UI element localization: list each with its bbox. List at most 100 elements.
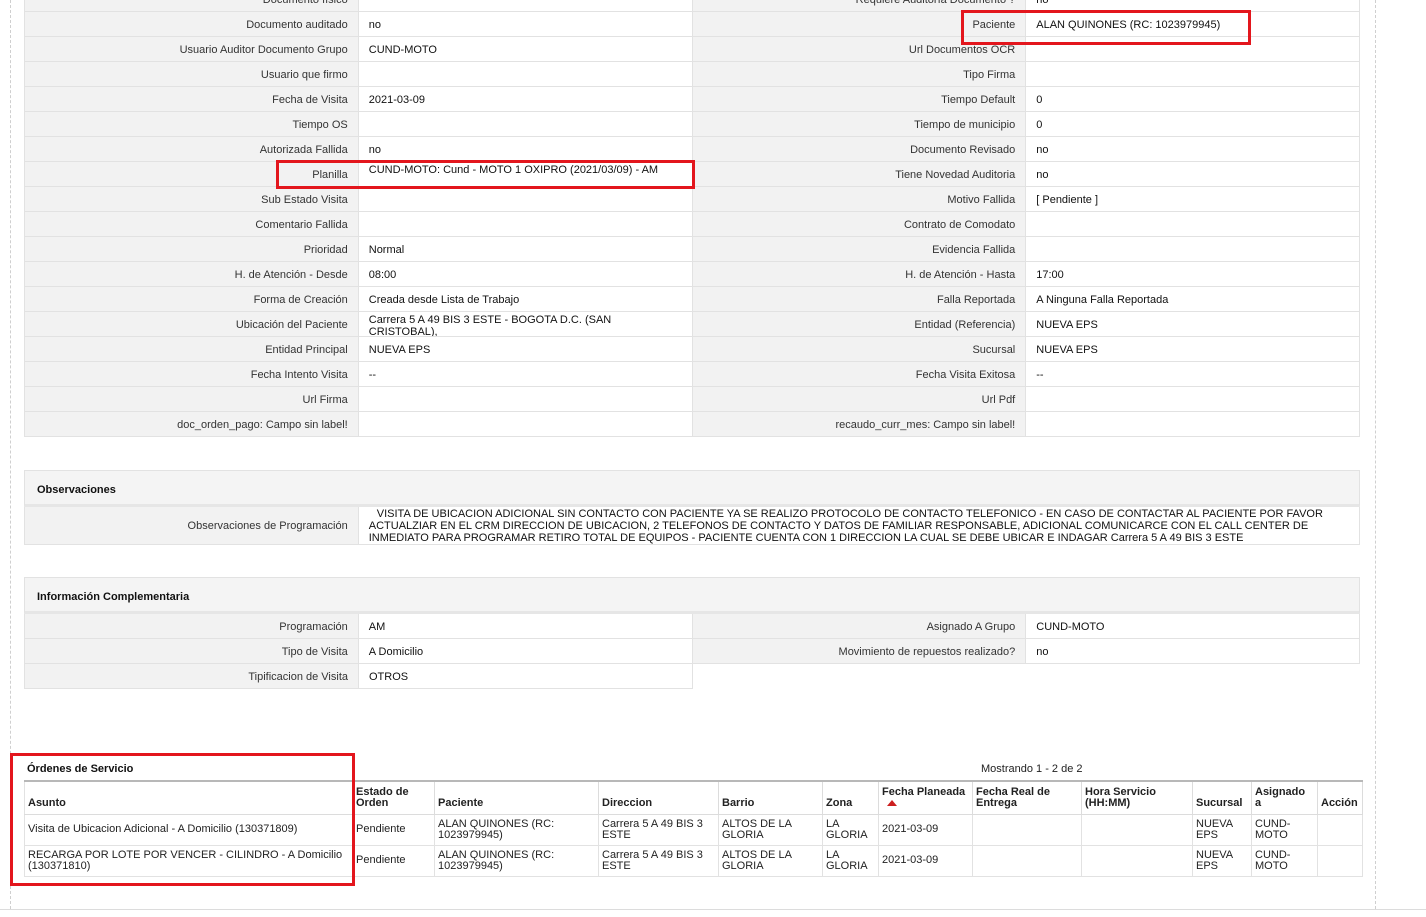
field-value-motivo-fallida: [ Pendiente ] [1026,187,1360,212]
cell-barrio: ALTOS DE LA GLORIA [718,814,823,846]
cell-hora [1081,845,1193,877]
cell-direccion: Carrera 5 A 49 BIS 3 ESTE [598,814,719,846]
detail-row: Tipo de Visita A Domicilio Movimiento de r… [25,639,1360,664]
col-paciente[interactable]: Paciente [434,780,599,815]
visit-details-grid: Documento físico Requiere Auditoría Docum… [24,0,1360,437]
field-label-sub-estado-visita: Sub Estado Visita [25,187,359,212]
field-label-h-de-atencion-desde: H. de Atención - Desde [25,262,359,287]
field-label-fecha-de-visita: Fecha de Visita [25,87,359,112]
cell-estado: Pendiente [352,814,435,846]
field-label-tipo-firma: Tipo Firma [692,62,1027,87]
detail-row: Usuario que firmo Tipo Firma [25,62,1360,87]
col-zona[interactable]: Zona [822,780,879,815]
cell-asignado: CUND-MOTO [1251,814,1318,846]
field-label-tiempo-default: Tiempo Default [692,87,1027,112]
field-label-autorizada-fallida: Autorizada Fallida [25,137,359,162]
field-value-prioridad: Normal [358,237,693,262]
field-value-usuario-auditor-documento-grupo: CUND-MOTO [358,37,693,62]
field-value-usuario-que-firmo [358,62,693,87]
detail-row: Fecha Intento Visita -- Fecha Visita Exito… [25,362,1360,387]
field-label-url-firma: Url Firma [25,387,359,412]
complementaria-grid: Programación AM Asignado A Grupo CUND-MOTO T… [24,614,1360,689]
cell-paciente: ALAN QUINONES (RC: 1023979945) [434,845,599,877]
field-value-fecha-intento-visita: -- [358,362,693,387]
field-value-url-firma [358,387,693,412]
field-value-programacion: AM [358,614,693,639]
detail-row: Tipificacion de Visita OTROS [25,664,1360,689]
detail-row: Ubicación del Paciente Carrera 5 A 49 BIS… [25,312,1360,337]
detail-row: Sub Estado Visita Motivo Fallida[ Pendien… [25,187,1360,212]
field-label-tiempo-os: Tiempo OS [25,112,359,137]
col-estado[interactable]: Estado de Orden [352,780,435,815]
detail-row: Fecha de Visita 2021-03-09 Tiempo Default 0 [25,87,1360,112]
cell-accion[interactable] [1317,814,1363,846]
field-label-entidad-principal: Entidad Principal [25,337,359,362]
field-value-contrato-de-comodato [1026,212,1360,237]
field-label-tiempo-de-municipio: Tiempo de municipio [692,112,1027,137]
col-direccion[interactable]: Direccion [598,780,719,815]
cell-asignado: CUND-MOTO [1251,845,1318,877]
field-value-sucursal: NUEVA EPS [1026,337,1360,362]
field-label-usuario-auditor-documento-grupo: Usuario Auditor Documento Grupo [25,37,359,62]
highlight-box-ordenes [10,753,355,886]
bottom-divider [0,909,1426,910]
field-label-movimiento-de-repuestos-realizado: Movimiento de repuestos realizado? [692,639,1027,664]
field-value-tiempo-default: 0 [1026,87,1360,112]
col-barrio[interactable]: Barrio [718,780,823,815]
field-value-documento-revisado: no [1026,137,1360,162]
field-label-forma-de-creacion: Forma de Creación [25,287,359,312]
field-value-fecha-de-visita: 2021-03-09 [358,87,693,112]
cell-direccion: Carrera 5 A 49 BIS 3 ESTE [598,845,719,877]
field-value-tiempo-os [358,112,693,137]
observaciones-value: VISITA DE UBICACION ADICIONAL SIN CONTAC… [358,507,1360,545]
cell-sucursal: NUEVA EPS [1192,814,1252,846]
field-label-contrato-de-comodato: Contrato de Comodato [692,212,1027,237]
observaciones-label: Observaciones de Programación [25,507,359,545]
field-label-falla-reportada: Falla Reportada [692,287,1027,312]
cell-accion[interactable] [1317,845,1363,877]
field-label-prioridad: Prioridad [25,237,359,262]
field-label-url-pdf: Url Pdf [692,387,1027,412]
field-value-asignado-a-grupo: CUND-MOTO [1026,614,1360,639]
field-value-tipo-de-visita: A Domicilio [358,639,693,664]
col-asignado[interactable]: Asignado a [1251,780,1318,815]
field-label-sucursal: Sucursal [692,337,1027,362]
sort-ascending-icon[interactable] [887,799,897,806]
field-value-entidad-referencia: NUEVA EPS [1026,312,1360,337]
detail-row: Programación AM Asignado A Grupo CUND-MOTO [25,614,1360,639]
field-value-falla-reportada: A Ninguna Falla Reportada [1026,287,1360,312]
col-fecha-real[interactable]: Fecha Real de Entrega [972,780,1082,815]
field-label-evidencia-fallida: Evidencia Fallida [692,237,1027,262]
field-value-h-de-atencion-hasta: 17:00 [1026,262,1360,287]
field-label-h-de-atencion-hasta: H. de Atención - Hasta [692,262,1027,287]
cell-fecha-planeada: 2021-03-09 [878,814,973,846]
field-value-tipificacion-de-visita: OTROS [359,664,693,689]
field-value-recaudo-curr-mes-campo-sin-label [1026,412,1360,437]
field-label-ubicacion-del-paciente: Ubicación del Paciente [25,312,359,337]
detail-row: Url Firma Url Pdf [25,387,1360,412]
field-value-ubicacion-del-paciente: Carrera 5 A 49 BIS 3 ESTE - BOGOTA D.C. … [358,312,693,337]
field-value-sub-estado-visita [358,187,693,212]
field-label-asignado-a-grupo: Asignado A Grupo [692,614,1027,639]
col-hora-servicio[interactable]: Hora Servicio (HH:MM) [1081,780,1193,815]
pagination-status: Mostrando 1 - 2 de 2 [981,763,1083,775]
field-value-tiene-novedad-auditoria: no [1026,162,1360,187]
cell-paciente: ALAN QUINONES (RC: 1023979945) [434,814,599,846]
col-fecha-planeada[interactable]: Fecha Planeada [878,780,973,815]
field-value-evidencia-fallida [1026,237,1360,262]
field-value-h-de-atencion-desde: 08:00 [358,262,693,287]
col-sucursal[interactable]: Sucursal [1192,780,1252,815]
right-border-line [1375,0,1376,909]
field-value-tipo-firma [1026,62,1360,87]
field-label-documento-fisico: Documento físico [25,0,359,12]
field-value-doc-orden-pago-campo-sin-label [358,412,693,437]
field-label-tiene-novedad-auditoria: Tiene Novedad Auditoria [692,162,1027,187]
field-value-autorizada-fallida: no [358,137,693,162]
cell-estado: Pendiente [352,845,435,877]
field-label-recaudo-curr-mes-campo-sin-label: recaudo_curr_mes: Campo sin label! [692,412,1027,437]
cell-zona: LA GLORIA [822,845,879,877]
cell-fecha-real [972,814,1082,846]
complementaria-header: Información Complementaria [24,577,1360,614]
field-label-entidad-referencia: Entidad (Referencia) [692,312,1027,337]
field-label-usuario-que-firmo: Usuario que firmo [25,62,359,87]
